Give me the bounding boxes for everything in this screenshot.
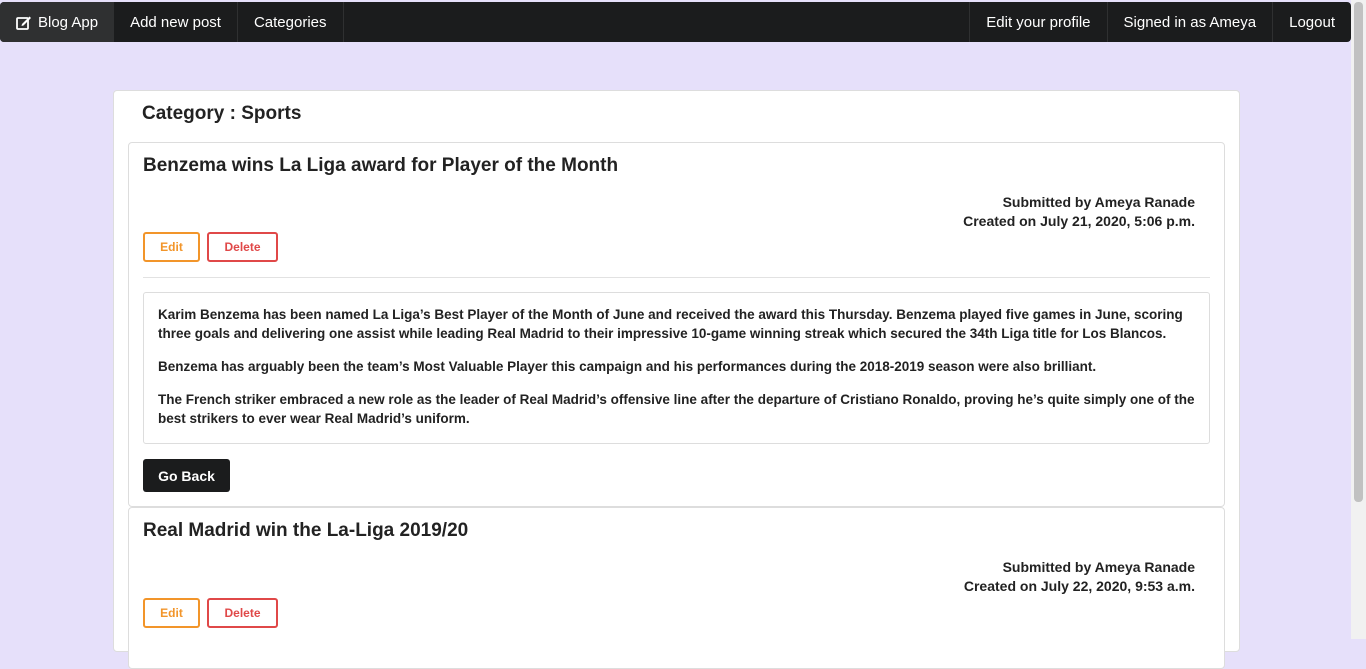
- post-content: Karim Benzema has been named La Liga’s B…: [143, 292, 1210, 444]
- nav-add-post[interactable]: Add new post: [114, 2, 238, 42]
- category-container: Category : Sports Benzema wins La Liga a…: [113, 90, 1240, 669]
- post-paragraph: Benzema has arguably been the team’s Mos…: [158, 359, 1097, 374]
- post-author: Submitted by Ameya Ranade: [1002, 559, 1195, 575]
- post-card: Benzema wins La Liga award for Player of…: [128, 142, 1225, 507]
- edit-icon: [16, 16, 31, 30]
- nav-edit-profile[interactable]: Edit your profile: [969, 2, 1106, 42]
- scrollbar-thumb[interactable]: [1354, 2, 1363, 502]
- nav-categories[interactable]: Categories: [238, 2, 344, 42]
- post-meta: Submitted by Ameya Ranade Created on Jul…: [963, 193, 1195, 231]
- post-paragraph: Karim Benzema has been named La Liga’s B…: [158, 307, 1183, 341]
- edit-button[interactable]: Edit: [143, 232, 200, 262]
- brand-label: Blog App: [38, 13, 99, 31]
- go-back-button[interactable]: Go Back: [143, 459, 230, 492]
- top-navbar: Blog App Add new post Categories Edit yo…: [0, 2, 1351, 42]
- post-date: Created on July 21, 2020, 5:06 p.m.: [963, 213, 1195, 229]
- delete-button[interactable]: Delete: [207, 598, 278, 628]
- brand-link[interactable]: Blog App: [0, 2, 115, 42]
- post-title: Benzema wins La Liga award for Player of…: [143, 155, 619, 176]
- scrollbar[interactable]: [1351, 0, 1366, 639]
- delete-button[interactable]: Delete: [207, 232, 278, 262]
- post-title: Real Madrid win the La-Liga 2019/20: [143, 520, 469, 541]
- post-card: Real Madrid win the La-Liga 2019/20 Subm…: [128, 507, 1225, 669]
- post-date: Created on July 22, 2020, 9:53 a.m.: [963, 578, 1195, 594]
- nav-logout[interactable]: Logout: [1272, 2, 1351, 42]
- edit-button[interactable]: Edit: [143, 598, 200, 628]
- post-paragraph: The French striker embraced a new role a…: [158, 392, 1195, 426]
- post-meta: Submitted by Ameya Ranade Created on Jul…: [964, 558, 1195, 596]
- page-title: Category : Sports: [142, 103, 302, 124]
- divider: [143, 277, 1210, 278]
- nav-signed-in[interactable]: Signed in as Ameya: [1106, 2, 1273, 42]
- post-author: Submitted by Ameya Ranade: [1002, 194, 1195, 210]
- nav-right-group: Edit your profile Signed in as Ameya Log…: [969, 2, 1351, 42]
